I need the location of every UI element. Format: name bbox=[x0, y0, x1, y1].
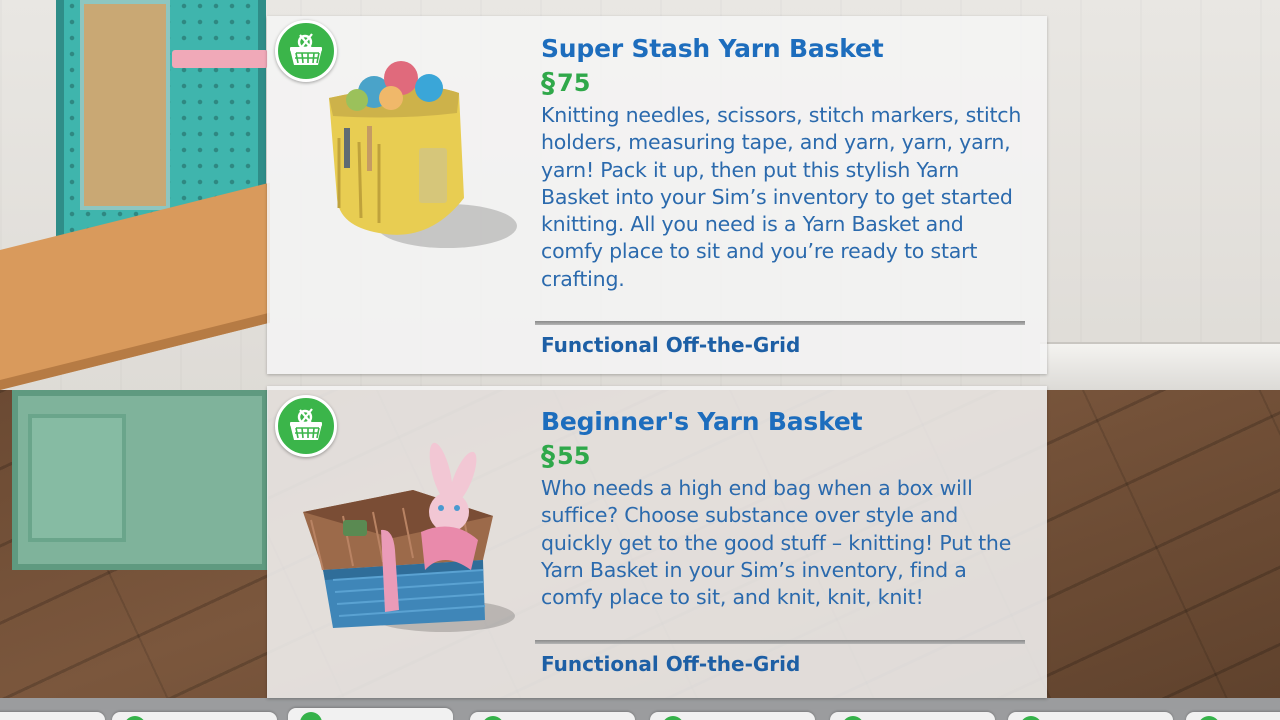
price-value: 75 bbox=[557, 69, 591, 97]
corkboard bbox=[80, 0, 170, 210]
price-value: 55 bbox=[557, 442, 591, 470]
divider bbox=[535, 640, 1025, 644]
catalog-tab[interactable] bbox=[650, 712, 815, 720]
wicker-box-basket-image bbox=[303, 420, 519, 636]
catalog-tab[interactable] bbox=[1008, 712, 1173, 720]
product-description: Knitting needles, scissors, stitch marke… bbox=[541, 103, 1022, 291]
product-info: Super Stash Yarn Basket § 75 Knitting ne… bbox=[541, 33, 1027, 293]
yellow-yarn-bag-image bbox=[319, 58, 519, 258]
catalog-tab[interactable] bbox=[288, 708, 453, 720]
product-price: § 55 bbox=[541, 441, 1027, 471]
catalog-tab[interactable] bbox=[830, 712, 995, 720]
catalog-tab[interactable] bbox=[0, 712, 105, 720]
category-icon bbox=[124, 716, 146, 720]
product-card-beginners-yarn-basket[interactable]: Beginner's Yarn Basket § 55 Who needs a … bbox=[267, 386, 1047, 698]
product-description: Who needs a high end bag when a box will… bbox=[541, 476, 1012, 610]
catalog-tab[interactable] bbox=[470, 712, 635, 720]
catalog-tab[interactable] bbox=[1186, 712, 1280, 720]
category-icon bbox=[842, 716, 864, 720]
product-tag: Functional Off-the-Grid bbox=[541, 652, 801, 676]
simoleon-icon: § bbox=[541, 439, 555, 472]
pink-shelf bbox=[172, 50, 268, 68]
dresser-cabinet bbox=[12, 390, 268, 570]
product-tag: Functional Off-the-Grid bbox=[541, 333, 801, 357]
product-title: Super Stash Yarn Basket bbox=[541, 34, 884, 63]
category-icon bbox=[1198, 716, 1220, 720]
product-title: Beginner's Yarn Basket bbox=[541, 407, 863, 436]
product-info: Beginner's Yarn Basket § 55 Who needs a … bbox=[541, 406, 1027, 611]
divider bbox=[535, 321, 1025, 325]
simoleon-icon: § bbox=[541, 66, 555, 99]
catalog-tab[interactable] bbox=[112, 712, 277, 720]
category-icon bbox=[300, 712, 322, 720]
product-price: § 75 bbox=[541, 68, 1027, 98]
category-icon bbox=[662, 716, 684, 720]
category-icon bbox=[482, 716, 504, 720]
category-icon bbox=[1020, 716, 1042, 720]
product-card-super-stash-yarn-basket[interactable]: Super Stash Yarn Basket § 75 Knitting ne… bbox=[267, 16, 1047, 374]
